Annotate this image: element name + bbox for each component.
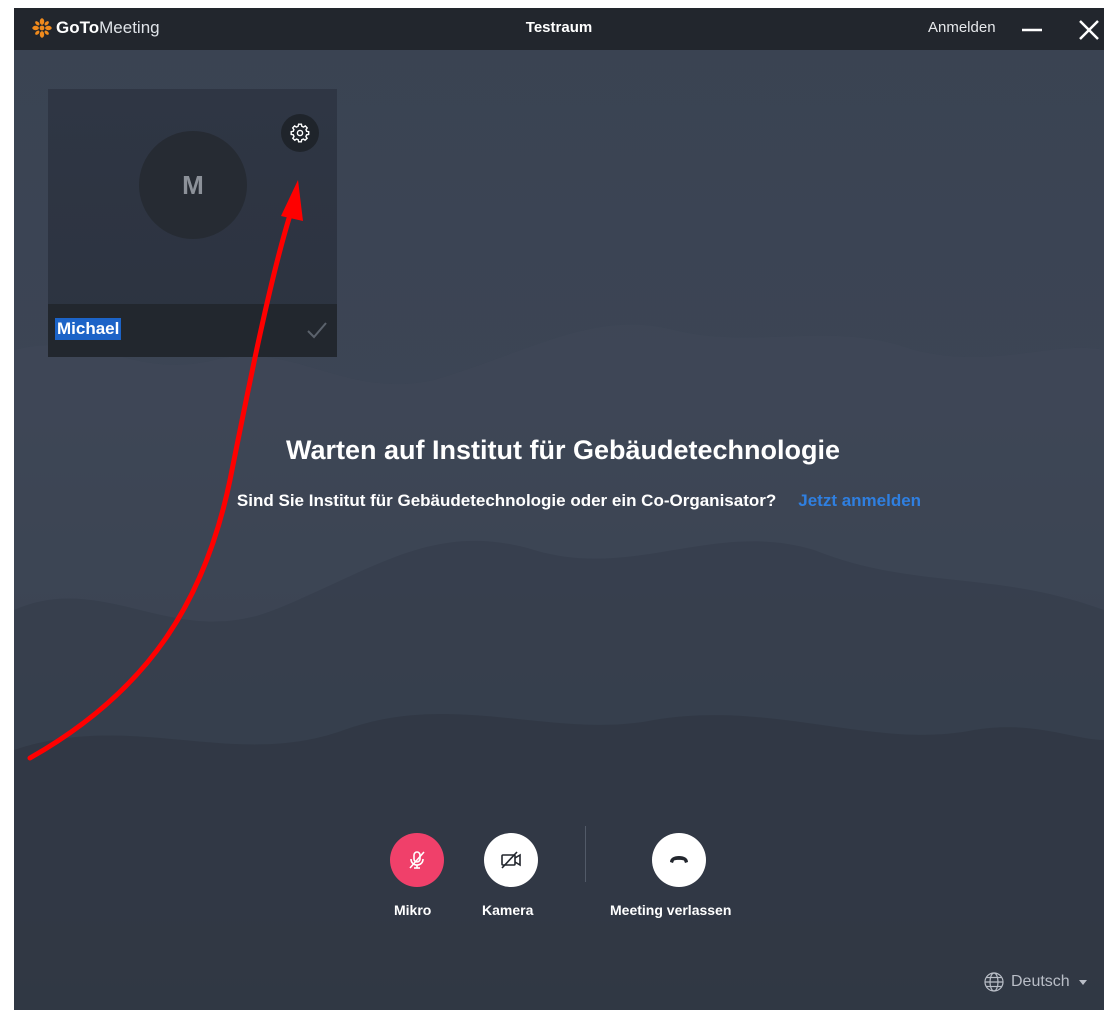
globe-icon: [984, 972, 1004, 992]
app-logo: GoToMeeting: [32, 18, 160, 38]
video-preview-tile: M Michael: [48, 89, 337, 357]
avatar: M: [139, 131, 247, 239]
mic-label: Mikro: [394, 902, 432, 918]
display-name-input[interactable]: Michael: [55, 318, 122, 340]
waiting-heading: Warten auf Institut für Gebäudetechnolog…: [285, 435, 840, 465]
caret-down-icon: [1078, 980, 1087, 985]
mic-muted-icon: [409, 851, 425, 869]
title-bar: GoToMeeting Testraum Anmelden: [14, 8, 1104, 50]
meeting-window: GoToMeeting Testraum Anmelden M Michael: [14, 8, 1104, 1010]
gear-icon: [290, 123, 310, 143]
camera-toggle-button[interactable]: [484, 833, 538, 887]
language-label: Deutsch: [1011, 973, 1070, 990]
signin-now-link[interactable]: Jetzt anmelden: [798, 491, 921, 510]
organizer-question: Sind Sie Institut für Gebäudetechnologie…: [236, 491, 777, 510]
goto-logo-icon: [32, 18, 52, 38]
signin-link[interactable]: Anmelden: [928, 19, 996, 36]
close-icon[interactable]: [1072, 14, 1102, 44]
check-icon[interactable]: [305, 318, 329, 342]
name-bar: Michael: [48, 304, 337, 357]
camera-label: Kamera: [482, 902, 534, 918]
settings-button[interactable]: [281, 114, 319, 152]
leave-meeting-label: Meeting verlassen: [610, 902, 732, 918]
camera-off-icon: [501, 851, 521, 869]
organizer-prompt: Sind Sie Institut für Gebäudetechnologie…: [14, 491, 1104, 511]
hangup-icon: [670, 856, 688, 863]
minimize-icon[interactable]: [1016, 16, 1046, 42]
leave-meeting-button[interactable]: [652, 833, 706, 887]
language-select[interactable]: Deutsch: [983, 971, 1088, 993]
controls-divider: [585, 826, 586, 882]
mic-toggle-button[interactable]: [390, 833, 444, 887]
app-name: GoToMeeting: [56, 18, 160, 37]
